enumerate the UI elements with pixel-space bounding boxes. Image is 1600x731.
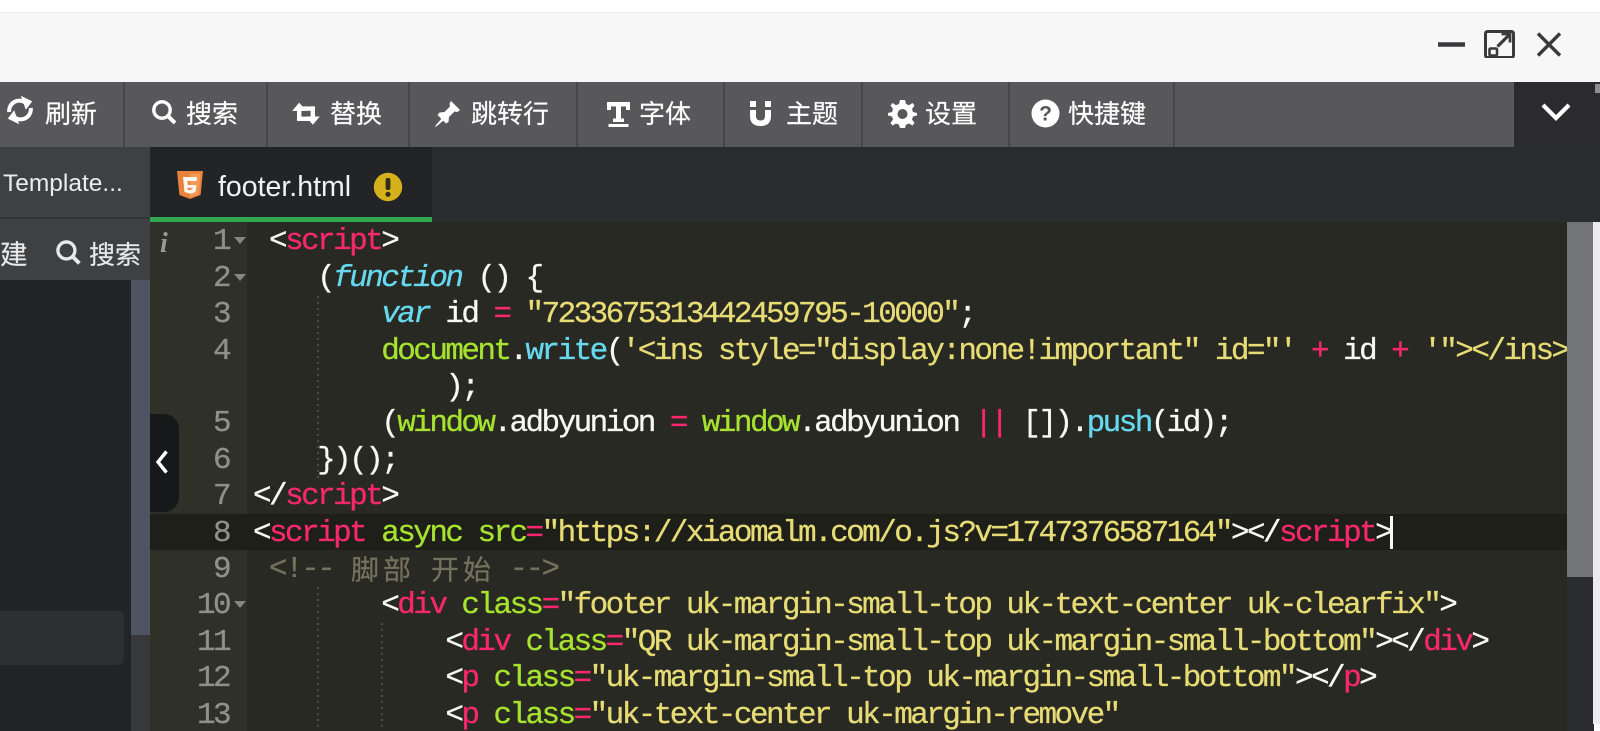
svg-text:?: ? bbox=[1039, 103, 1052, 126]
